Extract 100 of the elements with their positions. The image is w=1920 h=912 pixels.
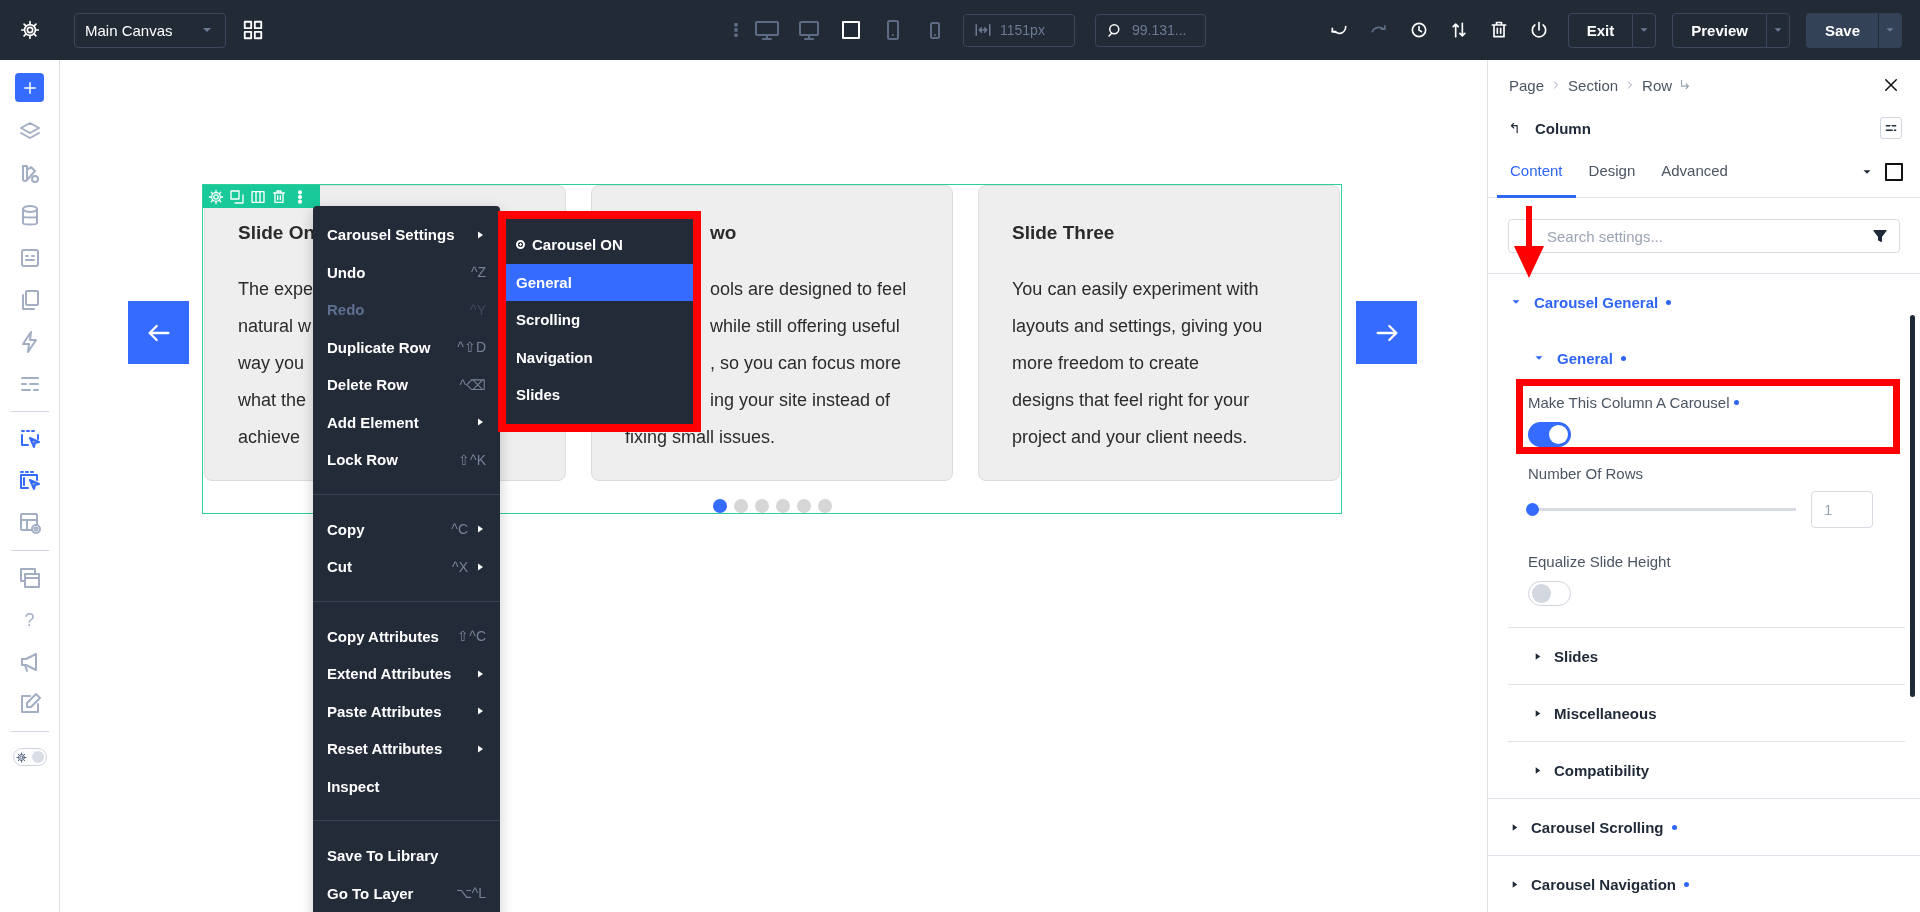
slider-thumb[interactable] [1526,503,1539,516]
slide-text: what the [238,389,307,412]
slide-heading: Slide Three [1012,222,1115,243]
options-button[interactable] [1880,117,1902,139]
slide-text: fixing small issues. [625,426,776,449]
menu-item[interactable]: Paste Attributes [313,692,500,730]
menu-item[interactable]: Copy ^C [313,510,500,548]
previous-button[interactable] [128,301,189,364]
exit-menu-button[interactable] [1632,12,1657,48]
duplicate-icon[interactable] [229,188,245,205]
slide-text: ing your site instead of [710,389,891,412]
subsection-title: Slides [1554,647,1599,665]
section-title: Carousel Navigation [1531,875,1677,893]
menu-item[interactable]: Extend Attributes [313,655,500,693]
menu-item[interactable]: Delete Row ^⌫ [313,366,500,404]
menu-item[interactable]: Add Element [313,403,500,441]
slide-text: , so you can focus more [710,352,902,375]
carousel-dot[interactable] [775,499,790,513]
breadcrumb-link[interactable]: Page [1509,76,1545,94]
save-button[interactable]: Save [1805,12,1878,48]
slide-text: You can easily experiment with [1012,278,1259,301]
grid-icon[interactable] [242,19,264,41]
slide-text: The expe [238,278,314,301]
menu-item[interactable]: Reset Attributes [313,730,500,768]
subsection-title: General [1557,349,1613,367]
carousel-dot[interactable] [796,499,811,513]
add-button[interactable] [15,73,44,102]
submenu-item[interactable]: Scrolling [506,301,693,339]
menu-item[interactable]: Duplicate Row ^⇧D [313,328,500,366]
subsection-title: Miscellaneous [1554,704,1657,722]
save-menu-button[interactable] [1878,12,1902,48]
square-icon[interactable] [839,18,863,42]
subsection-header[interactable]: General [1508,330,1905,386]
submenu-item[interactable]: Navigation [506,338,693,376]
slide-text: ools are designed to feel [710,278,907,301]
radio-label: Carousel ON [532,236,623,254]
slide-text: achieve [238,426,301,449]
submenu-item[interactable]: Carousel ON [506,226,693,264]
carousel-dot[interactable] [712,499,727,513]
section-title: Carousel Scrolling [1531,818,1664,836]
carousel-dot[interactable] [754,499,769,513]
menu-item[interactable]: Undo ^Z [313,253,500,291]
gear-icon [15,751,27,763]
setting-label: Number Of Rows [1528,464,1644,482]
resize-icon [974,21,992,39]
menu-item[interactable]: Copy Attributes ⇧^C [313,617,500,655]
panel-tab[interactable]: Content [1497,146,1576,198]
subsection-header[interactable]: Miscellaneous [1508,685,1905,741]
multi-select-icon[interactable] [17,469,42,493]
submenu-item[interactable]: General [506,263,693,301]
carousel-dot[interactable] [733,499,748,513]
exit-button[interactable]: Exit [1567,12,1633,48]
menu-item[interactable]: Carousel Settings [313,216,500,254]
menu-item[interactable]: Inspect [313,767,500,805]
scrollbar[interactable] [1910,315,1915,697]
search-field[interactable]: Search settings... [1508,219,1900,253]
panel-tab[interactable]: Advanced [1648,146,1741,198]
section-title: Carousel General [1534,293,1659,311]
preview-button[interactable]: Preview [1672,12,1766,48]
canvas-select[interactable]: Main Canvas [74,12,226,48]
slide-text: while still offering useful [710,315,900,338]
close-icon[interactable] [1882,76,1900,94]
filter-icon[interactable] [1872,228,1888,244]
section-header[interactable]: Carousel Navigation [1488,856,1920,912]
radio-button[interactable] [516,240,525,250]
monitor-icon[interactable] [797,18,821,42]
next-button[interactable] [1356,301,1417,364]
windows-icon[interactable] [17,566,42,590]
section-header[interactable]: Carousel General [1488,274,1920,330]
menu-item[interactable]: Save To Library [313,837,500,875]
menu-item[interactable]: Cut ^X [313,548,500,586]
gear-icon[interactable] [208,188,224,205]
slide-text: way you [238,352,305,375]
slide-text: designs that feel right for your [1012,389,1250,412]
carousel-dot[interactable] [817,499,832,513]
setting-label: Make This Column A Carousel [1528,393,1730,411]
settings-icon[interactable] [20,20,40,40]
menu-item[interactable]: Go To Layer ⌥^L [313,874,500,912]
slide-text: layouts and settings, giving you [1012,315,1263,338]
toggle-switch[interactable] [1528,422,1571,447]
subsection-title: Compatibility [1554,761,1649,779]
panel-title: Column [1535,119,1591,137]
slide-heading: wo [710,222,737,243]
menu-item[interactable]: Lock Row ⇧^K [313,441,500,479]
columns-icon[interactable] [250,188,266,205]
subsection-header[interactable]: Slides [1508,628,1905,684]
breadcrumb-link[interactable]: Section [1568,76,1619,94]
monitor-icon[interactable] [752,18,782,42]
setting-label: Equalize Slide Height [1528,552,1671,570]
breadcrumb-link[interactable]: Row [1642,76,1673,94]
section-header[interactable]: Carousel Scrolling [1488,799,1920,855]
preview-menu-button[interactable] [1765,12,1790,48]
slide-text: project and your client needs. [1012,426,1248,449]
slide-text: natural w [238,315,312,338]
layout-preview-icon[interactable] [17,511,42,535]
panel-tab[interactable]: Design [1575,146,1649,198]
submenu-item[interactable]: Slides [506,376,693,414]
subsection-header[interactable]: Compatibility [1508,742,1905,798]
slide-text: more freedom to create [1012,352,1200,375]
down-arrow-icon [1512,206,1546,278]
